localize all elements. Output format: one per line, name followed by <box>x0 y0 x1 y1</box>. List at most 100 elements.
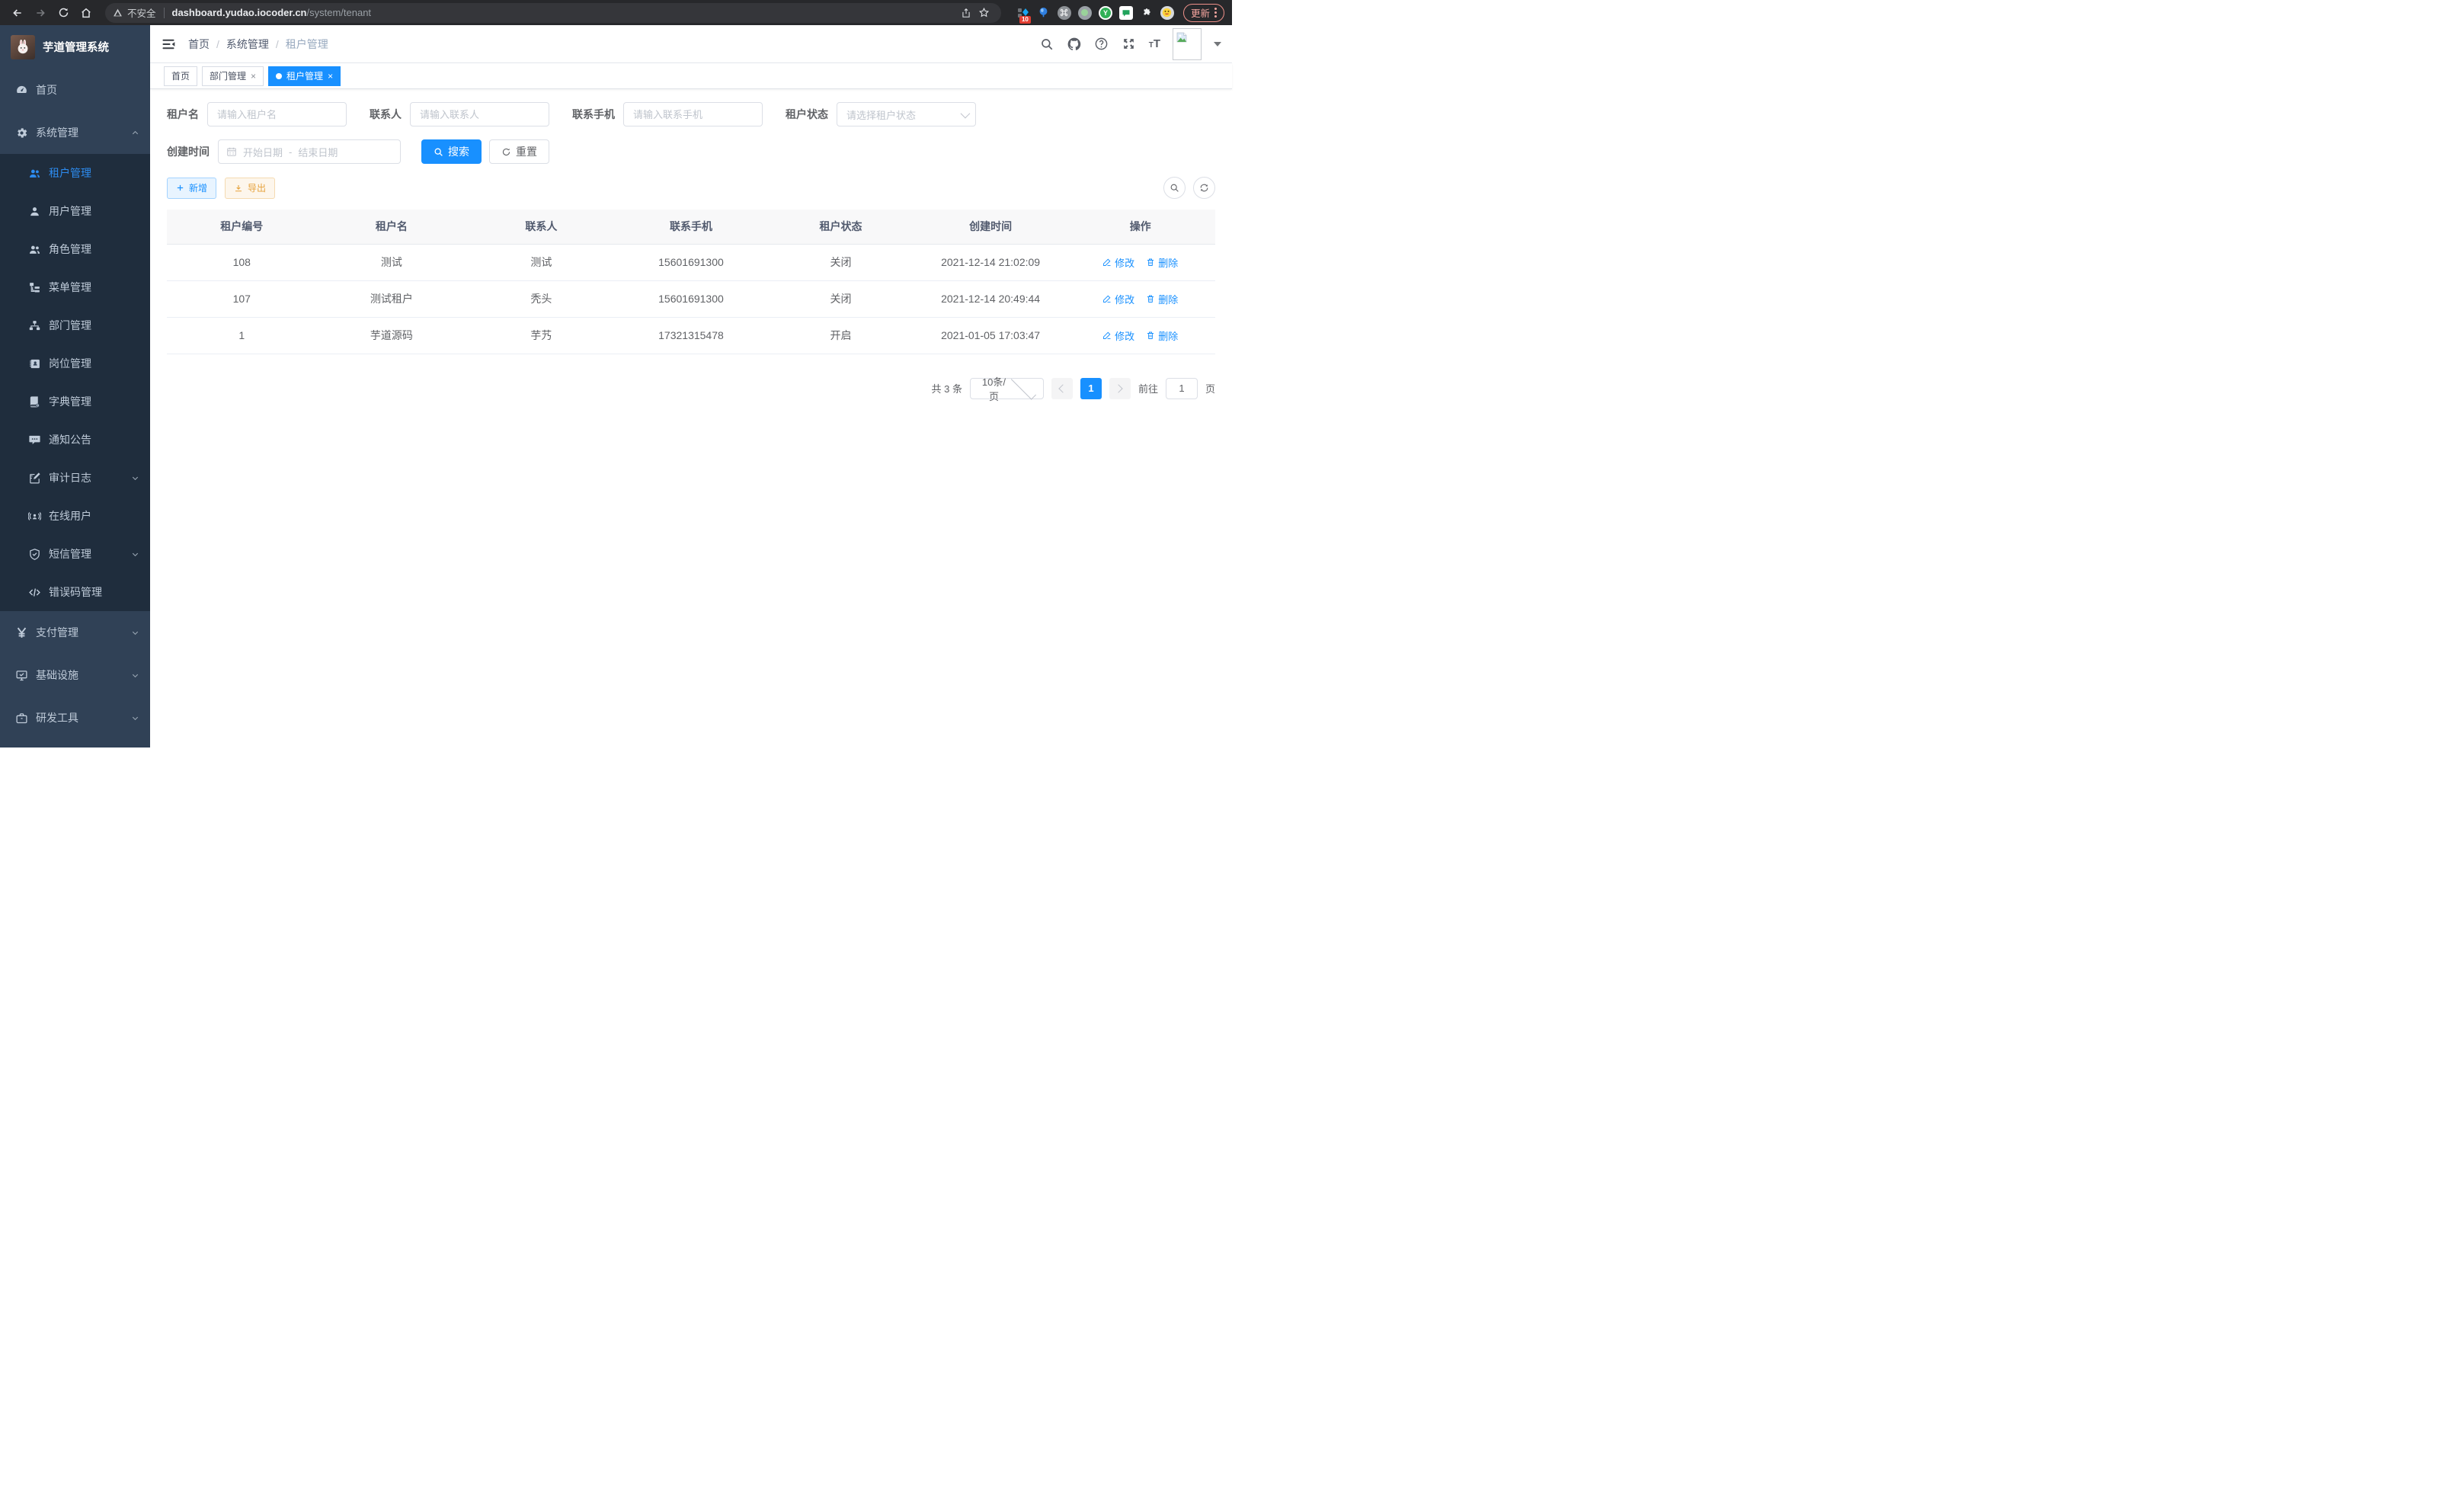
sidebar-item-home[interactable]: 首页 <box>0 69 150 111</box>
sidebar-item-error-code[interactable]: 错误码管理 <box>0 573 150 611</box>
puzzle-icon <box>1141 8 1152 18</box>
sidebar-item-dept[interactable]: 部门管理 <box>0 306 150 344</box>
cell-contact: 芋艿 <box>466 317 616 354</box>
chevron-down-icon <box>131 629 139 637</box>
sidebar-item-dev-tools[interactable]: 研发工具 <box>0 696 150 739</box>
sidebar-item-menu[interactable]: 菜单管理 <box>0 268 150 306</box>
edit-link[interactable]: 修改 <box>1102 255 1134 270</box>
show-search-toggle-button[interactable] <box>1163 177 1186 199</box>
refresh-table-button[interactable] <box>1193 177 1215 199</box>
address-bar[interactable]: 不安全 dashboard.yudao.iocoder.cn/system/te… <box>105 3 1001 23</box>
breadcrumb-system[interactable]: 系统管理 <box>226 37 269 52</box>
page-size-select[interactable]: 10条/页 <box>970 378 1044 399</box>
sidebar-item-label: 租户管理 <box>49 165 139 181</box>
extension-emoji[interactable] <box>1160 6 1174 20</box>
delete-link[interactable]: 删除 <box>1146 255 1178 270</box>
browser-menu-icon[interactable] <box>1214 8 1217 18</box>
avatar-caret-icon[interactable] <box>1214 42 1221 46</box>
sidebar-item-infrastructure[interactable]: 基础设施 <box>0 654 150 696</box>
mobile-input[interactable] <box>623 102 763 126</box>
extension-pin[interactable] <box>1037 6 1051 20</box>
cell-contact: 测试 <box>466 244 616 280</box>
extension-puzzle[interactable] <box>1140 6 1154 20</box>
export-button[interactable]: 导出 <box>225 178 275 199</box>
sidebar-item-post[interactable]: 岗位管理 <box>0 344 150 383</box>
sidebar-item-user[interactable]: 用户管理 <box>0 192 150 230</box>
sidebar-item-label: 短信管理 <box>49 546 131 562</box>
search-button[interactable]: 搜索 <box>421 139 482 164</box>
share-button[interactable] <box>957 4 975 22</box>
dictionary-icon <box>28 395 41 408</box>
edit-link[interactable]: 修改 <box>1102 292 1134 306</box>
site-security[interactable]: 不安全 <box>113 5 156 20</box>
create-time-range-picker[interactable]: 开始日期 - 结束日期 <box>218 139 401 164</box>
gear-icon <box>15 126 28 139</box>
audit-log-icon <box>28 472 41 485</box>
extension-command[interactable] <box>1058 6 1071 20</box>
fullscreen-button[interactable] <box>1122 37 1137 52</box>
sidebar-item-audit-log[interactable]: 审计日志 <box>0 459 150 497</box>
browser-forward-button[interactable] <box>30 3 50 23</box>
close-icon[interactable]: × <box>328 71 333 82</box>
reset-button[interactable]: 重置 <box>489 139 549 164</box>
chevron-down-icon <box>131 714 139 722</box>
trash-icon <box>1146 258 1155 267</box>
breadcrumb-home[interactable]: 首页 <box>188 37 210 52</box>
cell-status: 开启 <box>766 317 916 354</box>
prev-page-button[interactable] <box>1051 378 1073 399</box>
tenant-name-input[interactable] <box>207 102 347 126</box>
sidebar-item-online-users[interactable]: 在线用户 <box>0 497 150 535</box>
breadcrumb-separator: / <box>276 38 279 50</box>
sidebar-item-dict[interactable]: 字典管理 <box>0 383 150 421</box>
forward-icon <box>34 7 46 19</box>
help-button[interactable] <box>1094 37 1109 52</box>
font-size-button[interactable]: TT <box>1149 37 1160 50</box>
start-date-placeholder: 开始日期 <box>243 145 283 159</box>
browser-back-button[interactable] <box>8 3 27 23</box>
table-row: 107 测试租户 秃头 15601691300 关闭 2021-12-14 20… <box>167 280 1215 317</box>
header-search-button[interactable] <box>1039 37 1054 52</box>
extensions-strip: 10 Y <box>1016 6 1174 20</box>
search-icon <box>434 147 443 157</box>
extension-yuque[interactable]: Y <box>1099 6 1112 20</box>
goto-page-input[interactable] <box>1166 378 1198 399</box>
update-label: 更新 <box>1191 5 1210 20</box>
close-icon[interactable]: × <box>251 71 256 82</box>
bookmark-button[interactable] <box>975 4 994 22</box>
cell-status: 关闭 <box>766 280 916 317</box>
back-icon <box>11 7 24 19</box>
current-page-button[interactable]: 1 <box>1080 378 1102 399</box>
extension-tampermonkey[interactable]: 10 <box>1016 6 1030 20</box>
browser-update-button[interactable]: 更新 <box>1183 4 1224 22</box>
delete-link[interactable]: 删除 <box>1146 292 1178 306</box>
sidebar-item-role[interactable]: 角色管理 <box>0 230 150 268</box>
sidebar-item-sms[interactable]: 短信管理 <box>0 535 150 573</box>
extension-recorder[interactable] <box>1078 6 1092 20</box>
sidebar-item-system[interactable]: 系统管理 <box>0 111 150 154</box>
tab-dept[interactable]: 部门管理 × <box>202 66 264 86</box>
col-create-time: 创建时间 <box>916 210 1066 244</box>
cell-tenant-id: 107 <box>167 280 317 317</box>
sidebar-fold-icon[interactable] <box>161 37 176 52</box>
browser-reload-button[interactable] <box>53 3 73 23</box>
sidebar-item-tenant[interactable]: 租户管理 <box>0 154 150 192</box>
tab-home[interactable]: 首页 <box>164 66 197 86</box>
user-avatar[interactable] <box>1173 28 1202 60</box>
contact-input[interactable] <box>410 102 549 126</box>
edit-link[interactable]: 修改 <box>1102 328 1134 343</box>
sidebar-item-notice[interactable]: 通知公告 <box>0 421 150 459</box>
delete-link[interactable]: 删除 <box>1146 328 1178 343</box>
status-select[interactable]: 请选择租户状态 <box>837 102 976 126</box>
tab-label: 部门管理 <box>210 69 246 82</box>
next-page-button[interactable] <box>1109 378 1131 399</box>
tab-tenant[interactable]: 租户管理 × <box>268 66 341 86</box>
breadcrumb-current: 租户管理 <box>286 37 328 52</box>
add-button[interactable]: 新增 <box>167 178 216 199</box>
sidebar-logo[interactable]: 芋道管理系统 <box>0 25 150 69</box>
extension-chat[interactable] <box>1119 6 1133 20</box>
page-size-value: 10条/页 <box>980 374 1008 403</box>
browser-home-button[interactable] <box>76 3 96 23</box>
sidebar-item-payment[interactable]: 支付管理 <box>0 611 150 654</box>
github-link[interactable] <box>1067 37 1082 52</box>
sidebar-item-label: 支付管理 <box>36 625 131 640</box>
